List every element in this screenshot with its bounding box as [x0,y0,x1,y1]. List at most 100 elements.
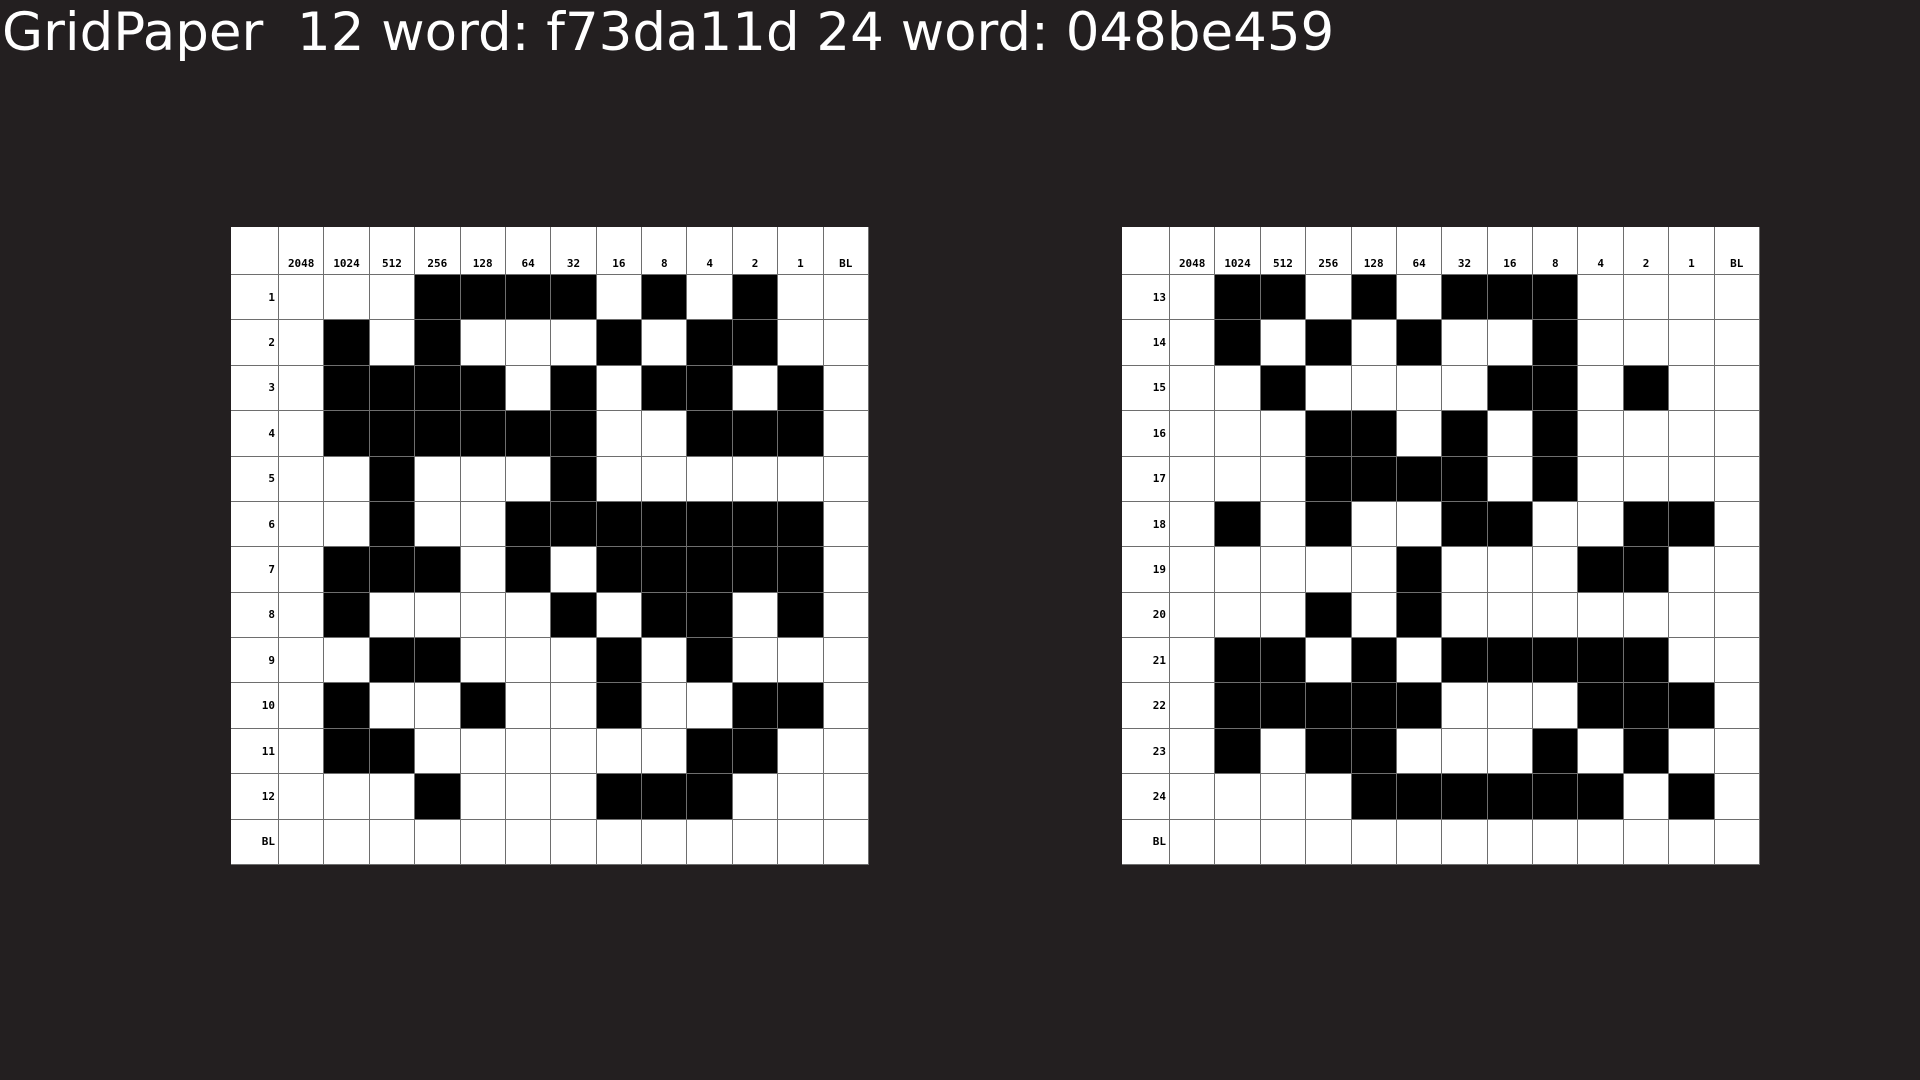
filled-cell[interactable] [687,728,733,775]
filled-cell[interactable] [1306,728,1352,775]
empty-cell[interactable] [1578,728,1624,775]
empty-cell[interactable] [732,365,779,412]
filled-cell[interactable] [1442,774,1488,820]
filled-cell[interactable] [1260,275,1307,321]
empty-cell[interactable] [1170,411,1216,457]
empty-cell[interactable] [415,819,461,865]
empty-cell[interactable] [551,774,597,820]
empty-cell[interactable] [1714,819,1760,865]
empty-cell[interactable] [505,638,552,684]
empty-cell[interactable] [1396,365,1443,412]
filled-cell[interactable] [687,501,733,548]
empty-cell[interactable] [1351,547,1397,593]
empty-cell[interactable] [1533,819,1579,865]
empty-cell[interactable] [1396,275,1443,321]
filled-cell[interactable] [778,365,824,412]
empty-cell[interactable] [1442,320,1488,366]
empty-cell[interactable] [1669,547,1715,593]
empty-cell[interactable] [369,683,416,729]
filled-cell[interactable] [1306,411,1352,457]
empty-cell[interactable] [596,592,643,639]
filled-cell[interactable] [1487,501,1534,548]
filled-cell[interactable] [1487,365,1534,412]
empty-cell[interactable] [1487,728,1534,775]
empty-cell[interactable] [1351,819,1397,865]
empty-cell[interactable] [415,456,461,502]
filled-cell[interactable] [1533,774,1579,820]
empty-cell[interactable] [279,456,325,502]
empty-cell[interactable] [1714,774,1760,820]
filled-cell[interactable] [1533,638,1579,684]
empty-cell[interactable] [1714,365,1760,412]
empty-cell[interactable] [1623,774,1670,820]
empty-cell[interactable] [551,320,597,366]
empty-cell[interactable] [1306,819,1352,865]
empty-cell[interactable] [279,592,325,639]
empty-cell[interactable] [823,320,869,366]
empty-cell[interactable] [460,501,506,548]
empty-cell[interactable] [1669,638,1715,684]
filled-cell[interactable] [1533,456,1579,502]
filled-cell[interactable] [1533,275,1579,321]
filled-cell[interactable] [1351,638,1397,684]
filled-cell[interactable] [551,411,597,457]
empty-cell[interactable] [1623,320,1670,366]
filled-cell[interactable] [369,411,416,457]
empty-cell[interactable] [1487,320,1534,366]
filled-cell[interactable] [642,501,688,548]
empty-cell[interactable] [324,774,370,820]
empty-cell[interactable] [1170,547,1216,593]
empty-cell[interactable] [1306,638,1352,684]
filled-cell[interactable] [369,547,416,593]
filled-cell[interactable] [505,547,552,593]
filled-cell[interactable] [642,275,688,321]
empty-cell[interactable] [1487,547,1534,593]
empty-cell[interactable] [279,275,325,321]
filled-cell[interactable] [642,547,688,593]
filled-cell[interactable] [1396,547,1443,593]
empty-cell[interactable] [1442,819,1488,865]
empty-cell[interactable] [1170,638,1216,684]
empty-cell[interactable] [1396,819,1443,865]
empty-cell[interactable] [596,411,643,457]
empty-cell[interactable] [1669,275,1715,321]
filled-cell[interactable] [460,411,506,457]
empty-cell[interactable] [324,638,370,684]
filled-cell[interactable] [1487,638,1534,684]
filled-cell[interactable] [460,275,506,321]
empty-cell[interactable] [1623,819,1670,865]
empty-cell[interactable] [687,819,733,865]
empty-cell[interactable] [324,456,370,502]
empty-cell[interactable] [642,456,688,502]
filled-cell[interactable] [1533,320,1579,366]
filled-cell[interactable] [687,547,733,593]
empty-cell[interactable] [460,456,506,502]
empty-cell[interactable] [1260,774,1307,820]
empty-cell[interactable] [505,365,552,412]
filled-cell[interactable] [778,592,824,639]
empty-cell[interactable] [1442,592,1488,639]
empty-cell[interactable] [642,320,688,366]
empty-cell[interactable] [823,456,869,502]
empty-cell[interactable] [778,275,824,321]
empty-cell[interactable] [460,320,506,366]
empty-cell[interactable] [1442,683,1488,729]
filled-cell[interactable] [369,638,416,684]
empty-cell[interactable] [1396,728,1443,775]
filled-cell[interactable] [1396,592,1443,639]
empty-cell[interactable] [505,819,552,865]
filled-cell[interactable] [1396,320,1443,366]
filled-cell[interactable] [369,456,416,502]
empty-cell[interactable] [1487,819,1534,865]
filled-cell[interactable] [1306,501,1352,548]
empty-cell[interactable] [1578,411,1624,457]
empty-cell[interactable] [1215,411,1261,457]
empty-cell[interactable] [687,683,733,729]
empty-cell[interactable] [1714,456,1760,502]
empty-cell[interactable] [1215,547,1261,593]
empty-cell[interactable] [551,728,597,775]
filled-cell[interactable] [551,365,597,412]
filled-cell[interactable] [642,592,688,639]
empty-cell[interactable] [551,638,597,684]
empty-cell[interactable] [1260,728,1307,775]
